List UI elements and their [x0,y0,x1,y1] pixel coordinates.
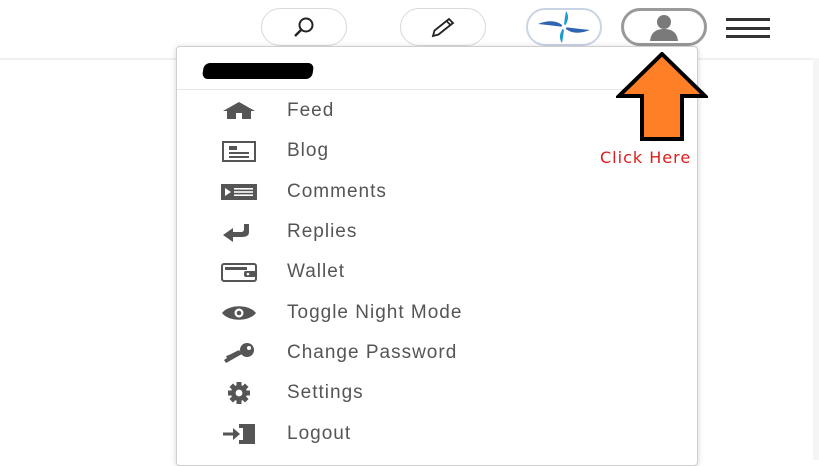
logout-icon [219,422,259,446]
reply-icon [219,220,259,244]
search-icon [294,17,314,37]
menu-item-wallet[interactable]: Wallet [177,252,697,292]
menu-item-label: Settings [287,382,364,404]
key-icon [219,341,259,365]
menu-item-settings[interactable]: Settings [177,373,697,413]
search-button[interactable] [261,8,347,46]
scrollbar-track[interactable] [813,58,819,460]
menu-item-replies[interactable]: Replies [177,212,697,252]
menu-item-label: Logout [287,422,352,444]
brand-logo-button[interactable] [526,8,602,46]
click-here-annotation: Click Here [600,148,692,167]
menu-item-label: Toggle Night Mode [287,301,463,323]
menu-item-label: Comments [287,180,387,202]
comments-icon [219,180,259,204]
menu-item-label: Blog [287,140,330,162]
gear-icon [219,381,259,405]
menu-item-comments[interactable]: Comments [177,172,697,212]
pencil-icon [431,17,455,38]
write-post-button[interactable] [400,8,486,46]
blog-icon [219,139,259,163]
home-icon [219,99,259,123]
menu-item-logout[interactable]: Logout [177,413,697,453]
menu-item-label: Change Password [287,341,458,363]
menu-item-label: Replies [287,221,358,243]
pinwheel-logo [538,11,590,43]
dropdown-menu-list: Feed Blog Comments Replies Wallet Toggle… [177,91,697,454]
menu-item-label: Wallet [287,261,346,283]
menu-item-toggle-night-mode[interactable]: Toggle Night Mode [177,292,697,332]
eye-icon [219,301,259,325]
orange-arrow-annotation [616,52,708,141]
wallet-icon [219,260,259,284]
menu-item-change-password[interactable]: Change Password [177,333,697,373]
menu-item-label: Feed [287,100,335,122]
username-redacted [201,63,315,79]
hamburger-icon[interactable] [726,18,770,38]
user-avatar-icon [650,15,678,41]
profile-avatar-button[interactable] [621,8,707,46]
